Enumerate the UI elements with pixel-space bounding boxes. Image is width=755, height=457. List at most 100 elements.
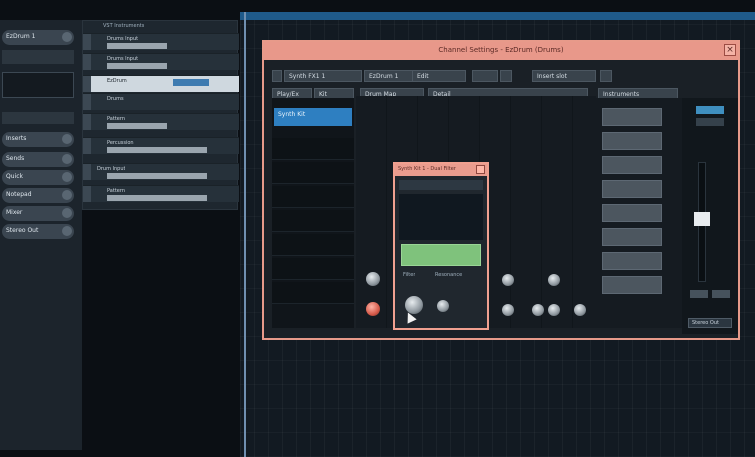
inspector-label: Quick: [6, 173, 23, 180]
slot-button[interactable]: [602, 204, 662, 222]
slot-button[interactable]: [602, 132, 662, 150]
track-name: Drums Input: [107, 56, 139, 62]
track-name: Pattern: [107, 116, 125, 122]
meter-button[interactable]: [696, 118, 724, 126]
output-dropdown[interactable]: Stereo Out: [688, 318, 732, 328]
slot-button[interactable]: [602, 108, 662, 126]
slot-button[interactable]: [602, 228, 662, 246]
power-button[interactable]: [272, 70, 282, 82]
popup-title[interactable]: Synth Kit 1 - Dual Filter: [395, 164, 487, 176]
track-controls[interactable]: [107, 43, 167, 49]
inspector-button-4[interactable]: Notepad: [2, 188, 74, 203]
inspector-button-6[interactable]: Stereo Out: [2, 224, 74, 239]
track-number: [83, 76, 91, 92]
track-name: Percussion: [107, 140, 134, 146]
meter-button[interactable]: [696, 106, 724, 114]
track-row-selected[interactable]: EzDrum: [83, 75, 239, 92]
toolbar-button[interactable]: [500, 70, 512, 82]
preset-dropdown[interactable]: Synth FX1 1: [284, 70, 362, 82]
track-name: Drums: [107, 96, 124, 102]
inspector-button-0[interactable]: EzDrum 1: [2, 30, 74, 45]
toolbar-button[interactable]: [472, 70, 498, 82]
insert-dropdown[interactable]: Insert slot: [532, 70, 596, 82]
resonance-knob[interactable]: [437, 300, 449, 312]
popup-toolbar[interactable]: [399, 180, 483, 190]
inspector-button-2[interactable]: Sends: [2, 152, 74, 167]
track-row[interactable]: Drum Input: [83, 163, 239, 180]
slot-button[interactable]: [602, 276, 662, 294]
knob-control[interactable]: [366, 302, 380, 316]
knob-control[interactable]: [366, 272, 380, 286]
inspector-label: Sends: [6, 155, 25, 162]
list-item[interactable]: [272, 186, 354, 208]
volume-curve[interactable]: [2, 72, 74, 98]
track-number: [83, 94, 91, 110]
mixer-button[interactable]: [690, 290, 708, 298]
inspector-label: Stereo Out: [6, 227, 39, 234]
list-item[interactable]: [272, 258, 354, 280]
channel-settings-window: Channel Settings - EzDrum (Drums) × Synt…: [262, 40, 740, 340]
popup-label-filter: Filter: [403, 272, 416, 278]
inspector-button-3[interactable]: Quick: [2, 170, 74, 185]
edit-menu[interactable]: Edit: [412, 70, 466, 82]
track-row[interactable]: Drums Input: [83, 53, 239, 70]
track-controls[interactable]: [107, 63, 167, 69]
toolbar-button[interactable]: [600, 70, 612, 82]
fader-handle[interactable]: [694, 212, 710, 226]
inspector-button-5[interactable]: Mixer: [2, 206, 74, 221]
track-number: [83, 114, 91, 130]
track-controls[interactable]: [107, 173, 207, 179]
knob-control[interactable]: [532, 304, 544, 316]
slot-button[interactable]: [602, 252, 662, 270]
track-controls[interactable]: [107, 123, 167, 129]
track-row[interactable]: Drums: [83, 93, 239, 110]
track-row[interactable]: Pattern: [83, 113, 239, 130]
inspector-field[interactable]: [2, 112, 74, 124]
track-list-header: VST Instruments: [103, 23, 145, 29]
track-number: [83, 54, 91, 70]
window-title[interactable]: Channel Settings - EzDrum (Drums): [264, 42, 738, 60]
inspector-buttons-row[interactable]: [2, 50, 74, 64]
list-item[interactable]: [272, 162, 354, 184]
track-row[interactable]: Pattern: [83, 185, 239, 202]
slot-button[interactable]: [602, 180, 662, 198]
track-number: [83, 138, 91, 154]
project-cursor: [244, 12, 246, 457]
popup-display: [399, 194, 483, 240]
track-controls[interactable]: [107, 195, 207, 201]
track-controls[interactable]: [107, 147, 207, 153]
instrument-slots: [596, 98, 682, 328]
filter-plugin-popup: Synth Kit 1 - Dual Filter Filter Resonan…: [393, 162, 489, 330]
filter-display: [401, 244, 481, 266]
preset-browser: Synth Kit: [272, 98, 354, 328]
knob-icon: [62, 172, 72, 182]
close-icon[interactable]: ×: [724, 44, 736, 56]
track-row[interactable]: Percussion: [83, 137, 239, 154]
track-list: VST Instruments Drums Input Drums Input …: [82, 20, 239, 210]
knob-icon: [62, 190, 72, 200]
knob-control[interactable]: [502, 304, 514, 316]
track-row[interactable]: Drums Input: [83, 33, 239, 50]
channel-fader-strip: Stereo Out: [682, 98, 738, 334]
track-name: Drums Input: [107, 36, 139, 42]
knob-control[interactable]: [502, 274, 514, 286]
instrument-edit-button[interactable]: [173, 79, 209, 86]
inspector-label: Mixer: [6, 209, 23, 216]
list-item[interactable]: [272, 138, 354, 160]
list-item[interactable]: [272, 282, 354, 304]
knob-control[interactable]: [548, 274, 560, 286]
mixer-button[interactable]: [712, 290, 730, 298]
inspector-button-1[interactable]: Inserts: [2, 132, 74, 147]
track-number: [83, 164, 91, 180]
list-item[interactable]: [272, 210, 354, 232]
list-item[interactable]: [272, 234, 354, 256]
inspector-label: Inserts: [6, 135, 27, 142]
preset-item-selected[interactable]: Synth Kit: [274, 108, 352, 126]
close-icon[interactable]: [476, 165, 485, 174]
track-number: [83, 186, 91, 202]
knob-icon: [62, 134, 72, 144]
slot-button[interactable]: [602, 156, 662, 174]
knob-icon: [62, 226, 72, 236]
knob-control[interactable]: [548, 304, 560, 316]
knob-control[interactable]: [574, 304, 586, 316]
